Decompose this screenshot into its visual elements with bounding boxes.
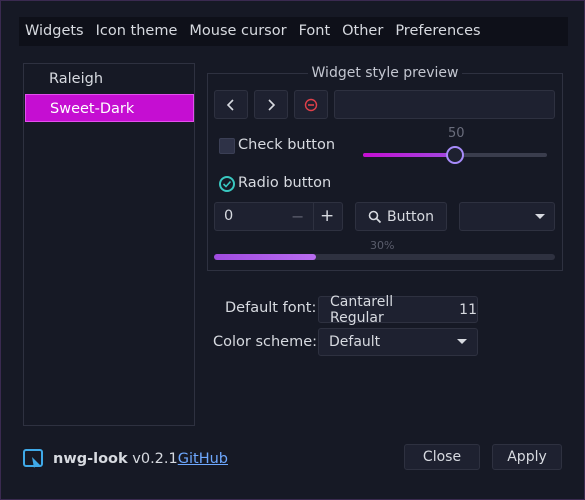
slider-knob[interactable]	[446, 146, 464, 164]
font-name: Cantarell Regular	[330, 293, 394, 326]
chevron-down-icon	[535, 213, 545, 219]
color-scheme-value: Default	[329, 334, 381, 350]
color-scheme-dropdown[interactable]: Default	[318, 328, 478, 356]
close-button[interactable]: Close	[404, 444, 480, 470]
slider-value: 50	[448, 126, 465, 141]
tab-other[interactable]: Other	[336, 17, 389, 46]
chevron-left-icon	[226, 98, 234, 111]
font-chooser-button[interactable]: Cantarell Regular 11	[318, 293, 478, 326]
theme-item-sweet-dark[interactable]: Sweet-Dark	[25, 94, 194, 122]
spin-plus-button[interactable]: +	[320, 206, 334, 226]
preview-dropdown[interactable]	[459, 202, 555, 231]
check-icon	[222, 180, 232, 188]
stop-button[interactable]	[294, 90, 328, 119]
progress-text: 30%	[370, 239, 395, 252]
tab-widgets[interactable]: Widgets	[19, 17, 90, 46]
app-version: v0.2.1	[132, 451, 178, 467]
spin-divider	[313, 203, 314, 230]
widget-preview-frame: Widget style preview Check button 50 Rad…	[207, 65, 563, 271]
spin-button: 0 − +	[214, 202, 343, 231]
button-label: Button	[387, 208, 434, 225]
tab-mouse-cursor[interactable]: Mouse cursor	[183, 17, 292, 46]
radio-button[interactable]	[219, 176, 235, 192]
search-icon	[368, 210, 382, 223]
close-button-label: Close	[422, 449, 462, 465]
footer-text: nwg-look v0.2.1GitHub	[53, 451, 228, 467]
tab-preferences[interactable]: Preferences	[389, 17, 486, 46]
theme-item-raleigh[interactable]: Raleigh	[25, 65, 194, 93]
font-size: 11	[459, 301, 477, 318]
search-button[interactable]: Button	[355, 202, 447, 231]
chevron-right-icon	[268, 98, 276, 111]
chevron-down-icon	[457, 339, 467, 344]
preview-title: Widget style preview	[307, 65, 463, 81]
preview-text-entry[interactable]	[334, 90, 555, 119]
github-link[interactable]: GitHub	[178, 451, 228, 467]
radio-button-label: Radio button	[238, 175, 332, 191]
spin-value[interactable]: 0	[224, 208, 233, 224]
apply-button-label: Apply	[507, 449, 547, 465]
tab-font[interactable]: Font	[293, 17, 337, 46]
main-window: Widgets Icon theme Mouse cursor Font Oth…	[0, 0, 585, 500]
spin-minus-button[interactable]: −	[291, 207, 304, 226]
color-scheme-label: Color scheme:	[213, 334, 318, 350]
progress-fill	[214, 254, 317, 260]
tab-icon-theme[interactable]: Icon theme	[90, 17, 184, 46]
forward-button[interactable]	[254, 90, 288, 119]
back-button[interactable]	[214, 90, 248, 119]
stop-icon	[304, 98, 318, 111]
default-font-label: Default font:	[225, 300, 317, 316]
check-button-label: Check button	[238, 137, 336, 153]
menubar: Widgets Icon theme Mouse cursor Font Oth…	[19, 17, 568, 46]
app-name: nwg-look	[53, 451, 128, 467]
apply-button[interactable]: Apply	[492, 444, 562, 470]
progress-track	[214, 254, 555, 260]
slider-fill	[363, 153, 455, 157]
theme-list: Raleigh Sweet-Dark	[23, 63, 195, 426]
check-button-box[interactable]	[219, 138, 235, 154]
nwg-look-logo-icon	[23, 449, 43, 468]
